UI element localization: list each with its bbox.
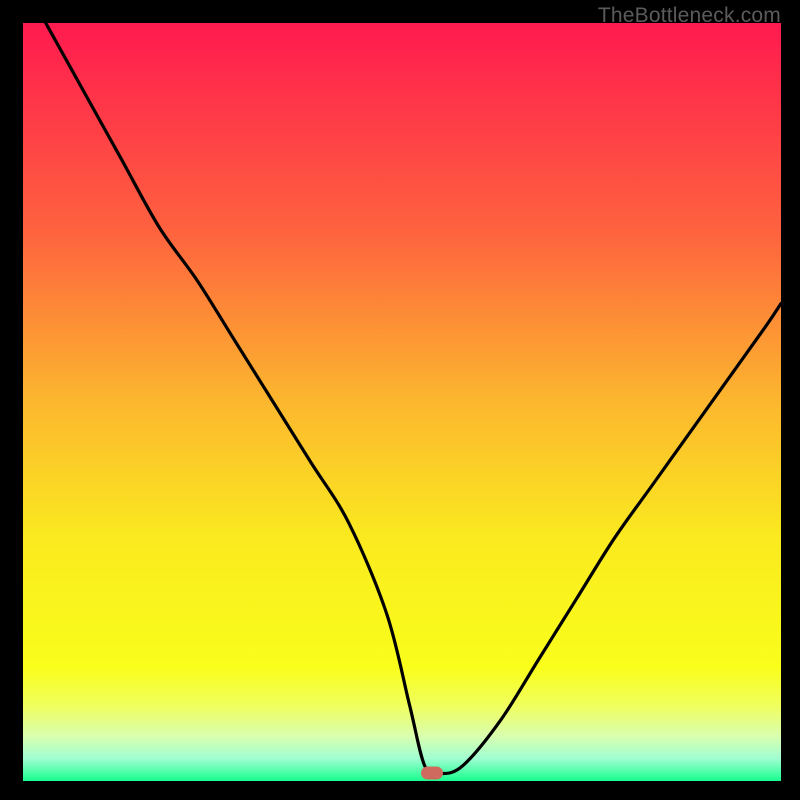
optimal-marker: [421, 767, 443, 780]
bottleneck-curve: [46, 23, 781, 774]
curve-layer: [23, 23, 781, 781]
plot-area: [23, 23, 781, 781]
bottleneck-chart: TheBottleneck.com: [0, 0, 800, 800]
